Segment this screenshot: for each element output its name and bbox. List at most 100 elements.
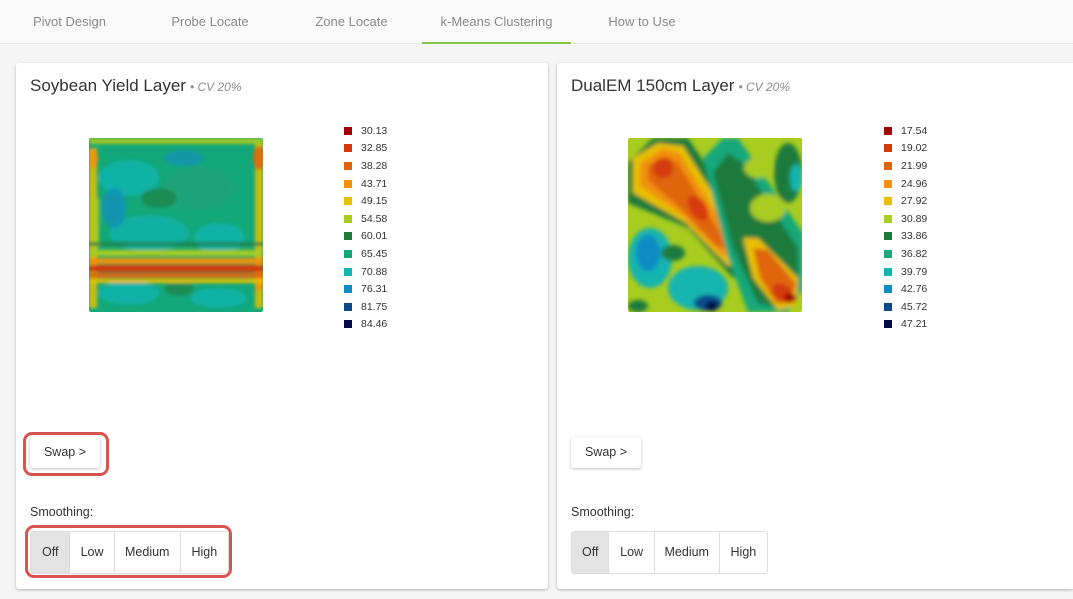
dualem-150cm-legend: 17.54 19.02 21.99 24.96 27.92 30.89 33.8… <box>884 122 964 333</box>
legend-item: 38.28 <box>344 157 424 175</box>
legend-value: 33.86 <box>901 230 928 243</box>
layer-title: DualEM 150cm Layer <box>571 76 735 95</box>
legend-swatch <box>884 232 892 241</box>
legend-swatch <box>884 161 892 170</box>
legend-swatch <box>884 179 892 188</box>
soybean-yield-legend: 30.13 32.85 38.28 43.71 49.15 54.58 60.0… <box>344 122 424 333</box>
legend-item: 39.79 <box>884 263 964 281</box>
legend-item: 19.02 <box>884 140 964 158</box>
soybean-yield-heatmap <box>89 138 263 312</box>
legend-item: 42.76 <box>884 280 964 298</box>
tab-zone-locate[interactable]: Zone Locate <box>281 0 422 43</box>
legend-value: 47.21 <box>901 318 928 331</box>
legend-swatch <box>884 249 892 258</box>
legend-swatch <box>344 320 352 329</box>
legend-value: 30.89 <box>901 212 928 225</box>
legend-item: 30.89 <box>884 210 964 228</box>
legend-swatch <box>884 267 892 276</box>
legend-value: 24.96 <box>901 177 928 190</box>
legend-item: 24.96 <box>884 175 964 193</box>
legend-value: 21.99 <box>901 159 928 172</box>
legend-value: 60.01 <box>361 230 388 243</box>
swap-button[interactable]: Swap > <box>30 437 100 468</box>
legend-item: 33.86 <box>884 228 964 246</box>
legend-swatch <box>344 214 352 223</box>
cv-label: • CV 20% <box>189 80 242 94</box>
dualem-150cm-heatmap <box>628 138 802 312</box>
legend-swatch <box>344 302 352 311</box>
soybean-yield-card: Soybean Yield Layer • CV 20% 30.13 32.85… <box>16 63 548 589</box>
active-tab-indicator <box>422 42 571 44</box>
legend-value: 39.79 <box>901 265 928 278</box>
legend-item: 43.71 <box>344 175 424 193</box>
cv-label: • CV 20% <box>738 80 791 94</box>
legend-swatch <box>884 285 892 294</box>
legend-item: 70.88 <box>344 263 424 281</box>
legend-swatch <box>344 179 352 188</box>
legend-item: 49.15 <box>344 192 424 210</box>
legend-value: 45.72 <box>901 300 928 313</box>
legend-swatch <box>344 267 352 276</box>
legend-item: 27.92 <box>884 192 964 210</box>
legend-item: 17.54 <box>884 122 964 140</box>
legend-item: 30.13 <box>344 122 424 140</box>
legend-swatch <box>884 214 892 223</box>
legend-value: 19.02 <box>901 142 928 155</box>
legend-swatch <box>344 197 352 206</box>
legend-value: 27.92 <box>901 195 928 208</box>
legend-swatch <box>344 144 352 153</box>
legend-item: 65.45 <box>344 245 424 263</box>
legend-item: 76.31 <box>344 280 424 298</box>
legend-value: 38.28 <box>361 159 388 172</box>
legend-swatch <box>884 302 892 311</box>
legend-swatch <box>344 285 352 294</box>
swap-button[interactable]: Swap > <box>571 437 641 468</box>
legend-item: 81.75 <box>344 298 424 316</box>
smoothing-off-button[interactable]: Off <box>31 532 71 573</box>
smoothing-high-button[interactable]: High <box>181 532 228 573</box>
smoothing-high-button[interactable]: High <box>720 532 767 573</box>
tab-how-to-use[interactable]: How to Use <box>571 0 713 43</box>
legend-item: 47.21 <box>884 316 964 334</box>
legend-value: 43.71 <box>361 177 388 190</box>
legend-value: 76.31 <box>361 283 388 296</box>
smoothing-off-button[interactable]: Off <box>572 532 610 573</box>
legend-item: 60.01 <box>344 228 424 246</box>
legend-item: 54.58 <box>344 210 424 228</box>
legend-swatch <box>344 161 352 170</box>
legend-value: 36.82 <box>901 247 928 260</box>
smoothing-label: Smoothing: <box>571 505 635 519</box>
legend-item: 36.82 <box>884 245 964 263</box>
layer-title: Soybean Yield Layer <box>30 76 186 95</box>
legend-swatch <box>344 232 352 241</box>
soybean-yield-map <box>89 138 263 312</box>
legend-value: 49.15 <box>361 195 388 208</box>
legend-swatch <box>884 320 892 329</box>
tab-k-means-clustering[interactable]: k-Means Clustering <box>422 0 571 44</box>
legend-value: 54.58 <box>361 212 388 225</box>
legend-item: 84.46 <box>344 316 424 334</box>
smoothing-low-button[interactable]: Low <box>609 532 655 573</box>
legend-item: 45.72 <box>884 298 964 316</box>
legend-swatch <box>884 197 892 206</box>
smoothing-toggle-group: Off Low Medium High <box>30 531 229 574</box>
legend-value: 65.45 <box>361 247 388 260</box>
legend-value: 84.46 <box>361 318 388 331</box>
smoothing-low-button[interactable]: Low <box>70 532 115 573</box>
legend-swatch <box>344 249 352 258</box>
tab-probe-locate[interactable]: Probe Locate <box>139 0 281 43</box>
legend-swatch <box>884 126 892 135</box>
top-tab-bar: Pivot Design Probe Locate Zone Locate k-… <box>0 0 1073 44</box>
dualem-150cm-card: DualEM 150cm Layer • CV 20% 17.54 19.02 … <box>557 63 1073 589</box>
smoothing-toggle-group: Off Low Medium High <box>571 531 768 574</box>
tab-pivot-design[interactable]: Pivot Design <box>0 0 139 43</box>
legend-value: 81.75 <box>361 300 388 313</box>
legend-value: 17.54 <box>901 124 928 137</box>
legend-value: 42.76 <box>901 283 928 296</box>
legend-item: 32.85 <box>344 140 424 158</box>
smoothing-medium-button[interactable]: Medium <box>115 532 181 573</box>
card-title: Soybean Yield Layer • CV 20% <box>30 76 242 96</box>
legend-swatch <box>344 126 352 135</box>
smoothing-label: Smoothing: <box>30 505 94 519</box>
smoothing-medium-button[interactable]: Medium <box>655 532 720 573</box>
